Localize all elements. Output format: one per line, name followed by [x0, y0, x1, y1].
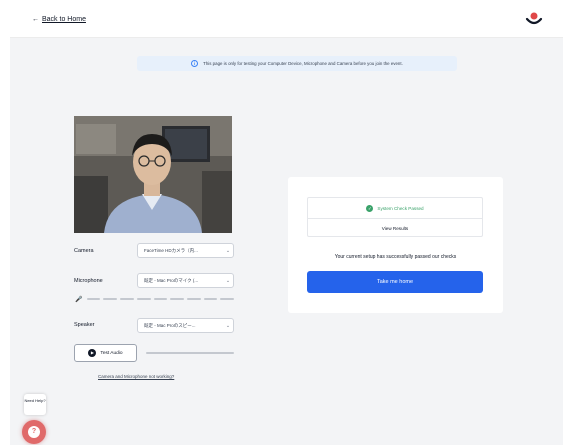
meter-segment [103, 298, 118, 300]
system-check-status: ✓ System Check Passed [308, 198, 482, 218]
view-results-button[interactable]: View Results [308, 218, 482, 237]
meter-segment [220, 298, 234, 300]
camera-video-feed [74, 116, 232, 233]
camera-mic-help-link[interactable]: Camera and Microphone not working? [98, 374, 174, 379]
meter-segment [186, 298, 201, 300]
meter-segment [203, 298, 218, 300]
meter-segment [170, 298, 184, 300]
check-circle-icon: ✓ [366, 204, 374, 212]
test-audio-button[interactable]: ▶ Test Audio [74, 344, 137, 362]
system-check-card: ✓ System Check Passed View Results Your … [288, 177, 503, 313]
audio-progress-bar [146, 352, 234, 354]
brand-logo-icon [525, 12, 543, 25]
microphone-label: Microphone [74, 278, 103, 284]
speaker-select-value: 既定 - Mac Proのスピー... [144, 322, 196, 328]
camera-label: Camera [74, 248, 94, 254]
microphone-icon: 🎤 [75, 296, 83, 303]
arrow-left-icon: ← [32, 16, 39, 23]
help-chat-icon: ? [28, 426, 40, 438]
meter-segment [153, 298, 168, 300]
meter-segment [120, 298, 134, 300]
microphone-select[interactable]: 既定 - Mac Proのマイク (... ⌄ [137, 273, 234, 288]
need-help-tooltip: Need Help? [24, 394, 46, 415]
test-audio-label: Test Audio [100, 350, 123, 356]
info-banner: i This page is only for testing your Com… [137, 56, 457, 71]
chevron-down-icon: ⌄ [225, 247, 231, 254]
info-banner-text: This page is only for testing your Compu… [203, 61, 403, 66]
microphone-level-meter: 🎤 [74, 294, 234, 304]
camera-select-value: FaceTime HDカメラ（内... [144, 247, 198, 253]
back-to-home-link[interactable]: ← Back to Home [32, 16, 86, 23]
camera-preview [74, 116, 232, 233]
take-me-home-button[interactable]: Take me home [307, 271, 483, 293]
success-message: Your current setup has successfully pass… [334, 254, 457, 260]
meter-segment [136, 298, 151, 300]
microphone-select-value: 既定 - Mac Proのマイク (... [144, 277, 199, 283]
system-check-status-box: ✓ System Check Passed View Results [307, 197, 483, 237]
speaker-label: Speaker [74, 322, 95, 328]
meter-segment [86, 298, 101, 300]
main-content: i This page is only for testing your Com… [10, 38, 563, 445]
play-icon: ▶ [88, 349, 97, 357]
chevron-down-icon: ⌄ [225, 277, 231, 284]
top-bar: ← Back to Home [10, 0, 563, 38]
chevron-down-icon: ⌄ [225, 322, 231, 329]
info-icon: i [191, 60, 199, 67]
help-chat-button[interactable]: ? [22, 420, 46, 444]
system-check-passed-text: System Check Passed [377, 205, 424, 211]
speaker-select[interactable]: 既定 - Mac Proのスピー... ⌄ [137, 318, 234, 333]
camera-select[interactable]: FaceTime HDカメラ（内... ⌄ [137, 243, 234, 258]
